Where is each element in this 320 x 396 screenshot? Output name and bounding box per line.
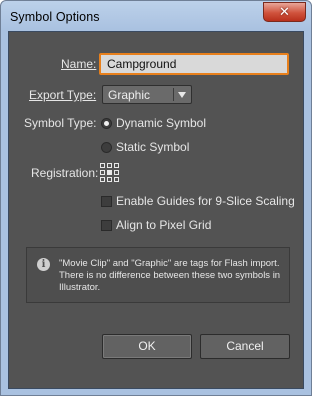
close-button[interactable]: ✕ [263, 2, 306, 22]
info-icon: i [37, 258, 50, 271]
symbol-type-label: Symbol Type: [24, 116, 97, 130]
dialog-title: Symbol Options [10, 10, 100, 24]
checkbox[interactable] [101, 196, 112, 207]
export-type-label: Export Type: [29, 88, 97, 102]
cancel-button[interactable]: Cancel [200, 334, 290, 359]
name-input[interactable] [99, 53, 289, 75]
export-type-select[interactable]: Graphic [102, 85, 192, 104]
title-bar[interactable]: Symbol Options ✕ [1, 1, 311, 31]
export-type-value: Graphic [108, 88, 151, 102]
registration-grid-icon[interactable] [100, 163, 119, 182]
select-divider [173, 88, 174, 101]
registration-label: Registration: [31, 166, 99, 180]
dialog-body: Name: Export Type: Graphic Symbol Type: … [8, 31, 304, 389]
info-text: "Movie Clip" and "Graphic" are tags for … [59, 258, 281, 293]
close-icon: ✕ [279, 4, 290, 19]
radio-button[interactable] [101, 142, 112, 153]
checkbox-label: Enable Guides for 9-Slice Scaling [116, 194, 295, 208]
chevron-down-icon [178, 92, 186, 98]
radio-button-checked[interactable] [101, 118, 112, 129]
symbol-options-dialog: Symbol Options ✕ Name: Export Type: Grap… [0, 0, 312, 396]
checkbox[interactable] [101, 220, 112, 231]
ok-button[interactable]: OK [102, 334, 192, 359]
info-panel: i "Movie Clip" and "Graphic" are tags fo… [26, 247, 290, 303]
radio-label: Static Symbol [116, 140, 190, 154]
checkbox-label: Align to Pixel Grid [116, 218, 212, 232]
radio-label: Dynamic Symbol [116, 116, 207, 130]
name-label: Name: [61, 57, 97, 71]
